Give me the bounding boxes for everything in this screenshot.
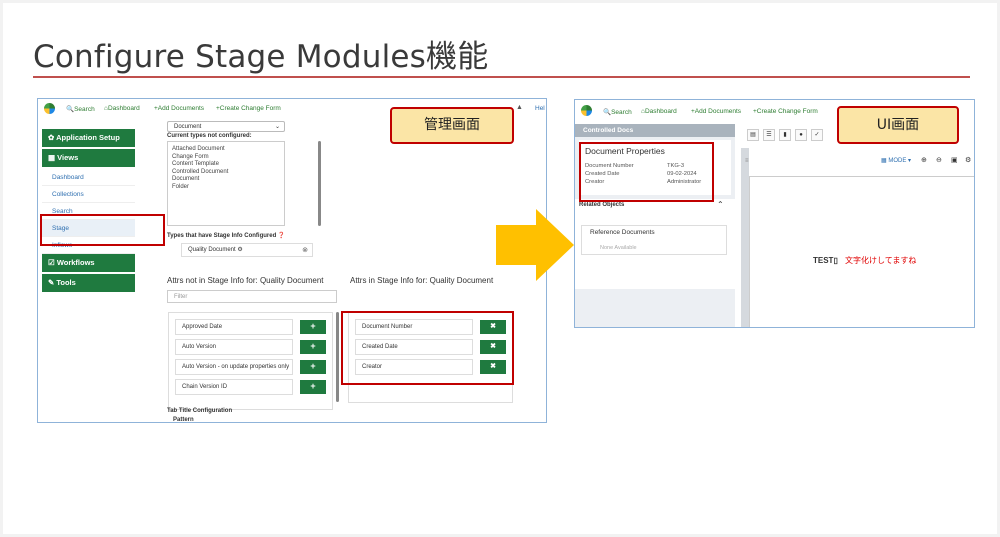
attr-row: Auto Version bbox=[175, 339, 293, 355]
admin-sidebar: ✿ Application Setup ▦ Views Dashboard Co… bbox=[42, 129, 135, 294]
nav-create-change-form[interactable]: +Create Change Form bbox=[216, 105, 281, 112]
list-item[interactable]: Change Form bbox=[172, 154, 280, 162]
edit-icon[interactable]: ⚙ bbox=[237, 247, 242, 253]
file-icon[interactable]: ▮ bbox=[779, 129, 791, 141]
type-select[interactable]: Document ⌄ bbox=[167, 121, 285, 132]
list-item[interactable]: Content Template bbox=[172, 161, 280, 169]
attrs-not-title: Attrs not in Stage Info for: Quality Doc… bbox=[167, 276, 324, 285]
attrs-scrollbar[interactable] bbox=[336, 312, 339, 402]
nav-help[interactable]: Hel bbox=[535, 105, 545, 112]
settings-icon[interactable]: ⚙ bbox=[965, 156, 971, 164]
nav-dashboard[interactable]: ⌂Dashboard bbox=[641, 108, 677, 115]
sidebar-head: Controlled Docs bbox=[575, 124, 735, 137]
sidebar-application-setup[interactable]: ✿ Application Setup bbox=[42, 129, 135, 147]
attr-row: Auto Version - on update properties only bbox=[175, 359, 293, 375]
sidebar-workflows[interactable]: ☑ Workflows bbox=[42, 254, 135, 272]
nav-dashboard[interactable]: ⌂Dashboard bbox=[104, 105, 140, 112]
reference-docs-title: Reference Documents bbox=[590, 229, 655, 236]
sidebar-tools[interactable]: ✎ Tools bbox=[42, 274, 135, 292]
document-viewer: ▤ ☰ ▮ ● ✓ ≡ ▦ MODE ▾ ⊕ ⊖ ▣ ⚙ TEST▯ 文字化けし… bbox=[741, 124, 974, 327]
highlight-stage bbox=[40, 214, 165, 246]
nav-add-documents[interactable]: +Add Documents bbox=[154, 105, 204, 112]
chevron-down-icon: ⌄ bbox=[274, 124, 280, 130]
help-icon[interactable]: ❓ bbox=[278, 233, 285, 239]
garbled-note: 文字化けしてますね bbox=[845, 256, 917, 265]
chevron-up-icon[interactable]: ⌃ bbox=[717, 200, 724, 209]
arrow-right-icon bbox=[496, 209, 574, 281]
attrs-in-title: Attrs in Stage Info for: Quality Documen… bbox=[350, 276, 494, 285]
viewer-gutter bbox=[741, 148, 749, 327]
print-icon[interactable]: ▤ bbox=[747, 129, 759, 141]
expand-icon[interactable]: ≡ bbox=[745, 158, 749, 164]
nav-add-documents[interactable]: +Add Documents bbox=[691, 108, 741, 115]
related-objects: Related Objects ⌃ Reference Documents No… bbox=[575, 199, 735, 289]
sidebar-item-dashboard[interactable]: Dashboard bbox=[42, 169, 135, 186]
ui-screenshot: 🔍Search ⌂Dashboard +Add Documents +Creat… bbox=[574, 99, 975, 328]
configured-chip[interactable]: Quality Document ⚙ ⊗ bbox=[181, 243, 313, 257]
nav-create-change-form[interactable]: +Create Change Form bbox=[753, 108, 818, 115]
list-item[interactable]: Document bbox=[172, 176, 280, 184]
check-icon[interactable]: ✓ bbox=[811, 129, 823, 141]
nav-search[interactable]: 🔍Search bbox=[603, 108, 632, 116]
attrs-not-list: Approved Date + Auto Version + Auto Vers… bbox=[168, 312, 333, 410]
layout-icon[interactable]: ▣ bbox=[951, 156, 958, 164]
zoom-in-icon[interactable]: ⊕ bbox=[921, 156, 927, 164]
list-icon[interactable]: ☰ bbox=[763, 129, 775, 141]
highlight-attrs-in bbox=[341, 311, 514, 385]
list-item[interactable]: Controlled Document bbox=[172, 169, 280, 177]
ui-callout: UI画面 bbox=[837, 106, 959, 144]
add-attr-button[interactable]: + bbox=[300, 340, 326, 354]
add-attr-button[interactable]: + bbox=[300, 380, 326, 394]
info-icon[interactable]: ● bbox=[795, 129, 807, 141]
sidebar-item-collections[interactable]: Collections bbox=[42, 186, 135, 203]
admin-callout: 管理画面 bbox=[390, 107, 514, 144]
related-objects-title: Related Objects bbox=[579, 202, 625, 208]
pattern-label: Pattern bbox=[173, 417, 194, 423]
attr-row: Approved Date bbox=[175, 319, 293, 335]
remove-chip-icon[interactable]: ⊗ bbox=[302, 244, 308, 257]
app-logo bbox=[44, 103, 55, 114]
reference-documents: Reference Documents None Available bbox=[581, 225, 727, 255]
slide-title: Configure Stage Modules機能 bbox=[33, 39, 489, 75]
sidebar-views[interactable]: ▦ Views bbox=[42, 149, 135, 167]
mode-dropdown[interactable]: ▦ MODE ▾ bbox=[881, 157, 911, 164]
nav-search[interactable]: 🔍Search bbox=[66, 105, 95, 113]
doc-text: TEST▯ bbox=[813, 256, 838, 265]
zoom-out-icon[interactable]: ⊖ bbox=[936, 156, 942, 164]
not-configured-listbox[interactable]: Attached Document Change Form Content Te… bbox=[167, 141, 285, 226]
tab-title-config-label: Tab Title Configuration bbox=[167, 408, 233, 414]
filter-input[interactable]: Filter bbox=[167, 290, 337, 303]
highlight-doc-props bbox=[579, 142, 714, 202]
slide: Configure Stage Modules機能 🔍Search ⌂Dashb… bbox=[3, 3, 997, 534]
add-attr-button[interactable]: + bbox=[300, 320, 326, 334]
admin-screenshot: 🔍Search ⌂Dashboard +Add Documents +Creat… bbox=[37, 98, 547, 423]
configured-label: Types that have Stage Info Configured ❓ bbox=[167, 233, 286, 239]
none-available-text: None Available bbox=[600, 245, 637, 251]
title-divider bbox=[33, 76, 970, 78]
not-configured-label: Current types not configured: bbox=[167, 133, 252, 139]
add-attr-button[interactable]: + bbox=[300, 360, 326, 374]
document-page: TEST▯ 文字化けしてますね bbox=[749, 176, 974, 327]
list-item[interactable]: Attached Document bbox=[172, 146, 280, 154]
listbox-scrollbar[interactable] bbox=[318, 141, 321, 226]
bell-icon[interactable]: ▲ bbox=[516, 104, 523, 111]
list-item[interactable]: Folder bbox=[172, 184, 280, 192]
attr-row: Chain Version ID bbox=[175, 379, 293, 395]
app-logo bbox=[581, 105, 592, 116]
